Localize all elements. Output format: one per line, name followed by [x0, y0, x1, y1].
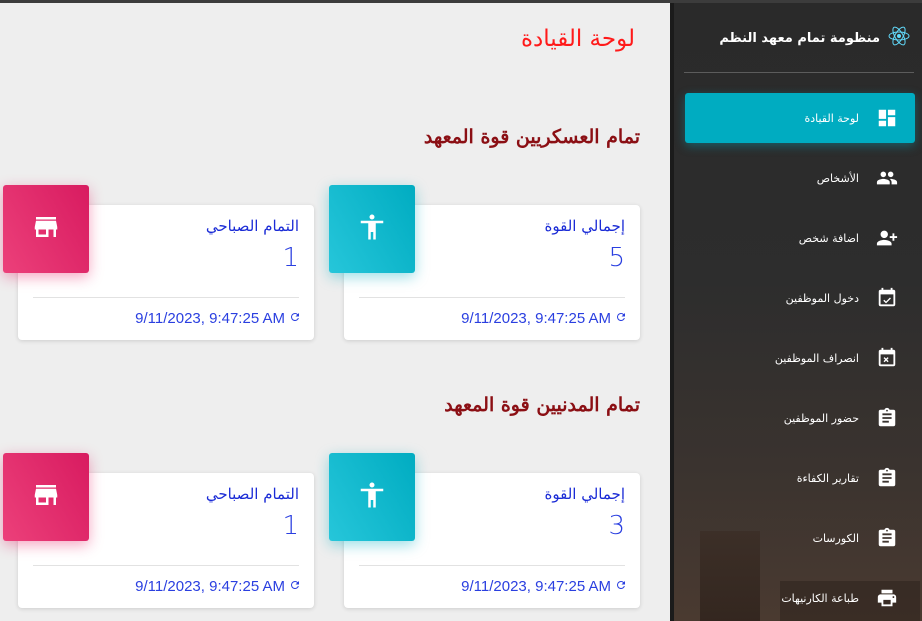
stat-card-timestamp: 9/11/2023, 9:47:25 AM — [461, 578, 611, 595]
stat-card-footer: 9/11/2023, 9:47:25 AM — [135, 578, 301, 595]
clipboard-icon — [875, 406, 899, 430]
sidebar-item-dashboard[interactable]: لوحة القيادة — [685, 93, 915, 143]
stat-card-divider — [359, 297, 625, 298]
dashboard-icon — [875, 106, 899, 130]
calendar-check-icon — [875, 286, 899, 310]
stat-card-icon-box — [329, 185, 415, 273]
sidebar-item-employee-entry[interactable]: دخول الموظفين — [685, 273, 915, 323]
sidebar-item-employee-attendance[interactable]: حضور الموظفين — [685, 393, 915, 443]
refresh-icon[interactable] — [289, 578, 301, 595]
stat-card-footer: 9/11/2023, 9:47:25 AM — [461, 578, 627, 595]
sidebar-item-label: اضافة شخص — [798, 231, 859, 245]
clipboard-icon — [875, 526, 899, 550]
stat-card-label: التمام الصباحي — [205, 217, 299, 235]
people-icon — [875, 166, 899, 190]
sidebar-item-courses[interactable]: الكورسات — [685, 513, 915, 563]
sidebar-divider — [684, 72, 914, 73]
refresh-icon[interactable] — [615, 310, 627, 327]
sidebar-brand-name: منظومة تمام معهد النظم — [719, 30, 880, 46]
store-icon — [31, 480, 61, 514]
stat-card-label: التمام الصباحي — [205, 485, 299, 503]
sidebar-item-efficiency-reports[interactable]: تقارير الكفاءة — [685, 453, 915, 503]
main-content: لوحة القيادة تمام العسكريين قوة المعهد إ… — [0, 3, 670, 621]
sidebar-item-label: حضور الموظفين — [783, 411, 859, 425]
stat-card-footer: 9/11/2023, 9:47:25 AM — [135, 310, 301, 327]
stat-card-timestamp: 9/11/2023, 9:47:25 AM — [135, 578, 285, 595]
stat-card-total-military: إجمالي القوة 5 9/11/2023, 9:47:25 AM — [329, 185, 640, 340]
sidebar: منظومة تمام معهد النظم لوحة القيادة الأش… — [670, 3, 922, 621]
sidebar-item-label: انصراف الموظفين — [774, 351, 859, 365]
stat-card-value: 1 — [282, 511, 299, 541]
stat-card-value: 5 — [608, 243, 625, 273]
accessibility-icon — [357, 212, 387, 246]
clipboard-icon — [875, 466, 899, 490]
sidebar-brand[interactable]: منظومة تمام معهد النظم — [719, 25, 910, 51]
stat-card-footer: 9/11/2023, 9:47:25 AM — [461, 310, 627, 327]
stat-card-value: 3 — [608, 511, 625, 541]
react-logo-icon — [888, 25, 910, 51]
stat-card-value: 1 — [282, 243, 299, 273]
stat-card-timestamp: 9/11/2023, 9:47:25 AM — [135, 310, 285, 327]
stat-card-icon-box — [3, 185, 89, 273]
sidebar-item-label: تقارير الكفاءة — [796, 471, 859, 485]
refresh-icon[interactable] — [289, 310, 301, 327]
stat-card-icon-box — [3, 453, 89, 541]
sidebar-item-label: دخول الموظفين — [785, 291, 859, 305]
sidebar-item-label: لوحة القيادة — [804, 111, 859, 125]
stat-card-total-civilian: إجمالي القوة 3 9/11/2023, 9:47:25 AM — [329, 453, 640, 608]
sidebar-item-add-person[interactable]: اضافة شخص — [685, 213, 915, 263]
stat-card-morning-civilian: التمام الصباحي 1 9/11/2023, 9:47:25 AM — [3, 453, 314, 608]
page-title: لوحة القيادة — [520, 26, 635, 52]
sidebar-item-employee-exit[interactable]: انصراف الموظفين — [685, 333, 915, 383]
accessibility-icon — [357, 480, 387, 514]
stat-card-morning-military: التمام الصباحي 1 9/11/2023, 9:47:25 AM — [3, 185, 314, 340]
refresh-icon[interactable] — [615, 578, 627, 595]
add-person-icon — [875, 226, 899, 250]
sidebar-item-label: طباعة الكارنيهات — [781, 591, 859, 605]
sidebar-item-people[interactable]: الأشخاص — [685, 153, 915, 203]
stat-card-divider — [33, 565, 299, 566]
stat-card-label: إجمالي القوة — [544, 485, 625, 503]
stat-card-timestamp: 9/11/2023, 9:47:25 AM — [461, 310, 611, 327]
print-icon — [875, 586, 899, 610]
stat-card-icon-box — [329, 453, 415, 541]
stat-card-label: إجمالي القوة — [544, 217, 625, 235]
sidebar-item-label: الكورسات — [812, 531, 859, 545]
stat-card-divider — [33, 297, 299, 298]
sidebar-item-label: الأشخاص — [816, 171, 859, 185]
store-icon — [31, 212, 61, 246]
section-title-civilian: تمام المدنيين قوة المعهد — [444, 394, 640, 416]
sidebar-item-print-cards[interactable]: طباعة الكارنيهات — [685, 573, 915, 621]
section-title-military: تمام العسكريين قوة المعهد — [423, 126, 640, 148]
stat-card-divider — [359, 565, 625, 566]
calendar-x-icon — [875, 346, 899, 370]
